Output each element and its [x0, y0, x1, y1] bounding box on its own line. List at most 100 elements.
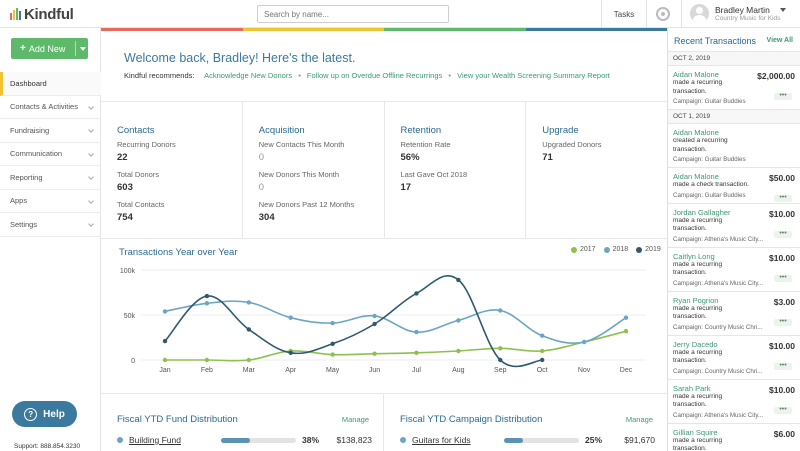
data-point-2019	[246, 327, 252, 332]
x-tick-label: Nov	[578, 367, 591, 374]
data-point-2017	[204, 357, 210, 363]
sidebar-item-communication[interactable]: Communication	[0, 143, 101, 166]
search-input[interactable]	[257, 5, 449, 23]
stat-item: Upgraded Donors 71	[542, 140, 602, 163]
user-name: Bradley Martin	[715, 5, 770, 15]
view-all-link[interactable]: View All	[767, 37, 793, 44]
chart-title: Transactions Year over Year	[119, 247, 238, 258]
transaction-item[interactable]: Jerry Dacedo made a recurring transaction…	[668, 336, 800, 380]
data-point-2018	[204, 301, 210, 306]
user-menu[interactable]: Bradley Martin Country Music for Kids	[681, 0, 800, 28]
more-options-icon[interactable]: •••	[774, 274, 792, 282]
question-icon: ?	[24, 407, 38, 421]
stat-contacts: Contacts Recurring Donors 22 Total Donors…	[101, 102, 243, 238]
fund-name-link[interactable]: Building Fund	[129, 435, 221, 445]
stat-item: New Donors Past 12 Months 304	[258, 200, 355, 223]
more-options-icon[interactable]: •••	[774, 406, 792, 414]
more-options-icon[interactable]: •••	[774, 362, 792, 370]
top-bar: Kindful Tasks Bradley Martin Country Mus…	[0, 0, 800, 28]
add-new-label: Add New	[28, 43, 66, 54]
data-point-2017	[162, 357, 168, 363]
sidebar-item-apps[interactable]: Apps	[0, 190, 101, 213]
add-new-button[interactable]: + Add New	[11, 38, 88, 59]
campaign-name-link[interactable]: Guitars for Kids	[412, 435, 504, 445]
transaction-item[interactable]: Ryan Pogrion made a recurring transaction…	[668, 292, 800, 336]
help-button[interactable]: ? Help	[12, 401, 77, 427]
legend-item[interactable]: 2017	[571, 246, 596, 253]
stats-panel: Contacts Recurring Donors 22 Total Donors…	[101, 101, 667, 239]
campaign-progress-bar	[504, 437, 579, 443]
fund-progress-fill	[221, 437, 250, 443]
legend-item[interactable]: 2019	[636, 246, 661, 253]
data-point-2019	[372, 321, 377, 327]
recommend-followup-link[interactable]: Follow up on Overdue Offline Recurrings	[307, 71, 442, 80]
y-tick-label: 0	[131, 358, 135, 365]
transaction-amount: $50.00	[769, 173, 795, 183]
data-point-2019	[288, 350, 293, 355]
recommend-wealth-link[interactable]: View your Wealth Screening Summary Repor…	[457, 71, 610, 80]
stat-item: Total Donors 603	[117, 170, 160, 193]
chevron-down-icon	[88, 221, 94, 227]
settings-icon[interactable]	[656, 7, 670, 21]
transaction-description: made a recurring transaction.	[673, 348, 723, 365]
x-tick-label: Feb	[201, 367, 213, 374]
campaign-row: Guitars for Kids 25% $91,670	[400, 434, 655, 446]
stat-title: Upgrade	[542, 125, 579, 136]
more-options-icon[interactable]: •••	[774, 318, 792, 326]
data-point-2017	[372, 351, 377, 356]
sidebar-item-contacts-activities[interactable]: Contacts & Activities	[0, 96, 101, 119]
data-point-2018	[330, 320, 335, 326]
sidebar-item-reporting[interactable]: Reporting	[0, 166, 101, 190]
y-tick-label: 50k	[124, 313, 136, 320]
stat-upgrade: Upgrade Upgraded Donors 71	[526, 102, 667, 238]
transaction-item[interactable]: Caitlyn Long made a recurring transaction…	[668, 248, 800, 292]
kindful-logo[interactable]: Kindful	[10, 5, 74, 23]
transaction-description: made a recurring transaction.	[673, 216, 723, 233]
transaction-donor-link[interactable]: Aidan Malone	[673, 128, 796, 137]
data-point-2019	[456, 277, 461, 283]
transaction-item[interactable]: Jordan Gallagher made a recurring transac…	[668, 204, 800, 248]
dashboard-main: Welcome back, Bradley! Here's the latest…	[101, 28, 667, 451]
transaction-item[interactable]: Gillian Squire made a recurring transacti…	[668, 424, 800, 451]
transaction-date-header: OCT 2, 2019	[668, 52, 800, 66]
chevron-down-icon	[88, 197, 94, 204]
fund-manage-link[interactable]: Manage	[342, 415, 369, 424]
more-options-icon[interactable]: •••	[774, 230, 792, 238]
stat-item: Total Contacts 754	[117, 200, 165, 223]
campaign-manage-link[interactable]: Manage	[626, 415, 653, 424]
stat-acquisition: Acquisition New Contacts This Month 0 New…	[243, 102, 385, 238]
fund-progress-bar	[221, 437, 296, 443]
data-point-2018	[246, 300, 252, 305]
transaction-amount: $10.00	[769, 252, 795, 263]
data-point-2019	[539, 357, 545, 363]
data-point-2017	[414, 350, 419, 355]
chevron-down-icon	[88, 103, 94, 110]
sidebar-item-settings[interactable]: Settings	[0, 213, 101, 237]
tasks-button[interactable]: Tasks	[601, 0, 647, 28]
transaction-amount: $10.00	[769, 208, 795, 219]
recent-transactions-title: Recent Transactions	[674, 36, 757, 46]
data-point-2019	[204, 293, 210, 299]
transactions-list: OCT 2, 2019 Aidan Malone made a recurring …	[668, 52, 800, 451]
x-tick-label: Aug	[452, 367, 465, 374]
more-options-icon[interactable]: •••	[774, 92, 792, 100]
sidebar-item-dashboard[interactable]: Dashboard	[0, 72, 101, 96]
data-point-2018	[288, 315, 293, 320]
campaign-dot	[400, 437, 406, 443]
transaction-item[interactable]: Sarah Park made a recurring transaction. C…	[668, 380, 800, 424]
more-options-icon[interactable]: •••	[774, 194, 792, 202]
legend-item[interactable]: 2018	[603, 246, 628, 253]
x-tick-label: Oct	[537, 367, 548, 374]
transaction-item[interactable]: Aidan Malone made a check transaction. Cam…	[668, 168, 800, 204]
campaign-distribution-panel: Fiscal YTD Campaign Distribution Manage …	[384, 393, 667, 451]
sidebar-item-fundraising[interactable]: Fundraising	[0, 119, 101, 143]
transaction-item[interactable]: Aidan Malone made a recurring transaction…	[668, 66, 800, 110]
campaign-percent: 25%	[585, 435, 603, 445]
stat-item: New Contacts This Month 0	[258, 140, 345, 163]
data-point-2017	[330, 352, 335, 357]
data-point-2017	[623, 329, 629, 334]
legend-swatch	[571, 246, 577, 253]
transaction-item[interactable]: Aidan Malone created a recurring transact…	[668, 124, 800, 168]
chevron-down-icon[interactable]	[80, 47, 86, 51]
recommend-acknowledge-link[interactable]: Acknowledge New Donors	[204, 71, 292, 80]
